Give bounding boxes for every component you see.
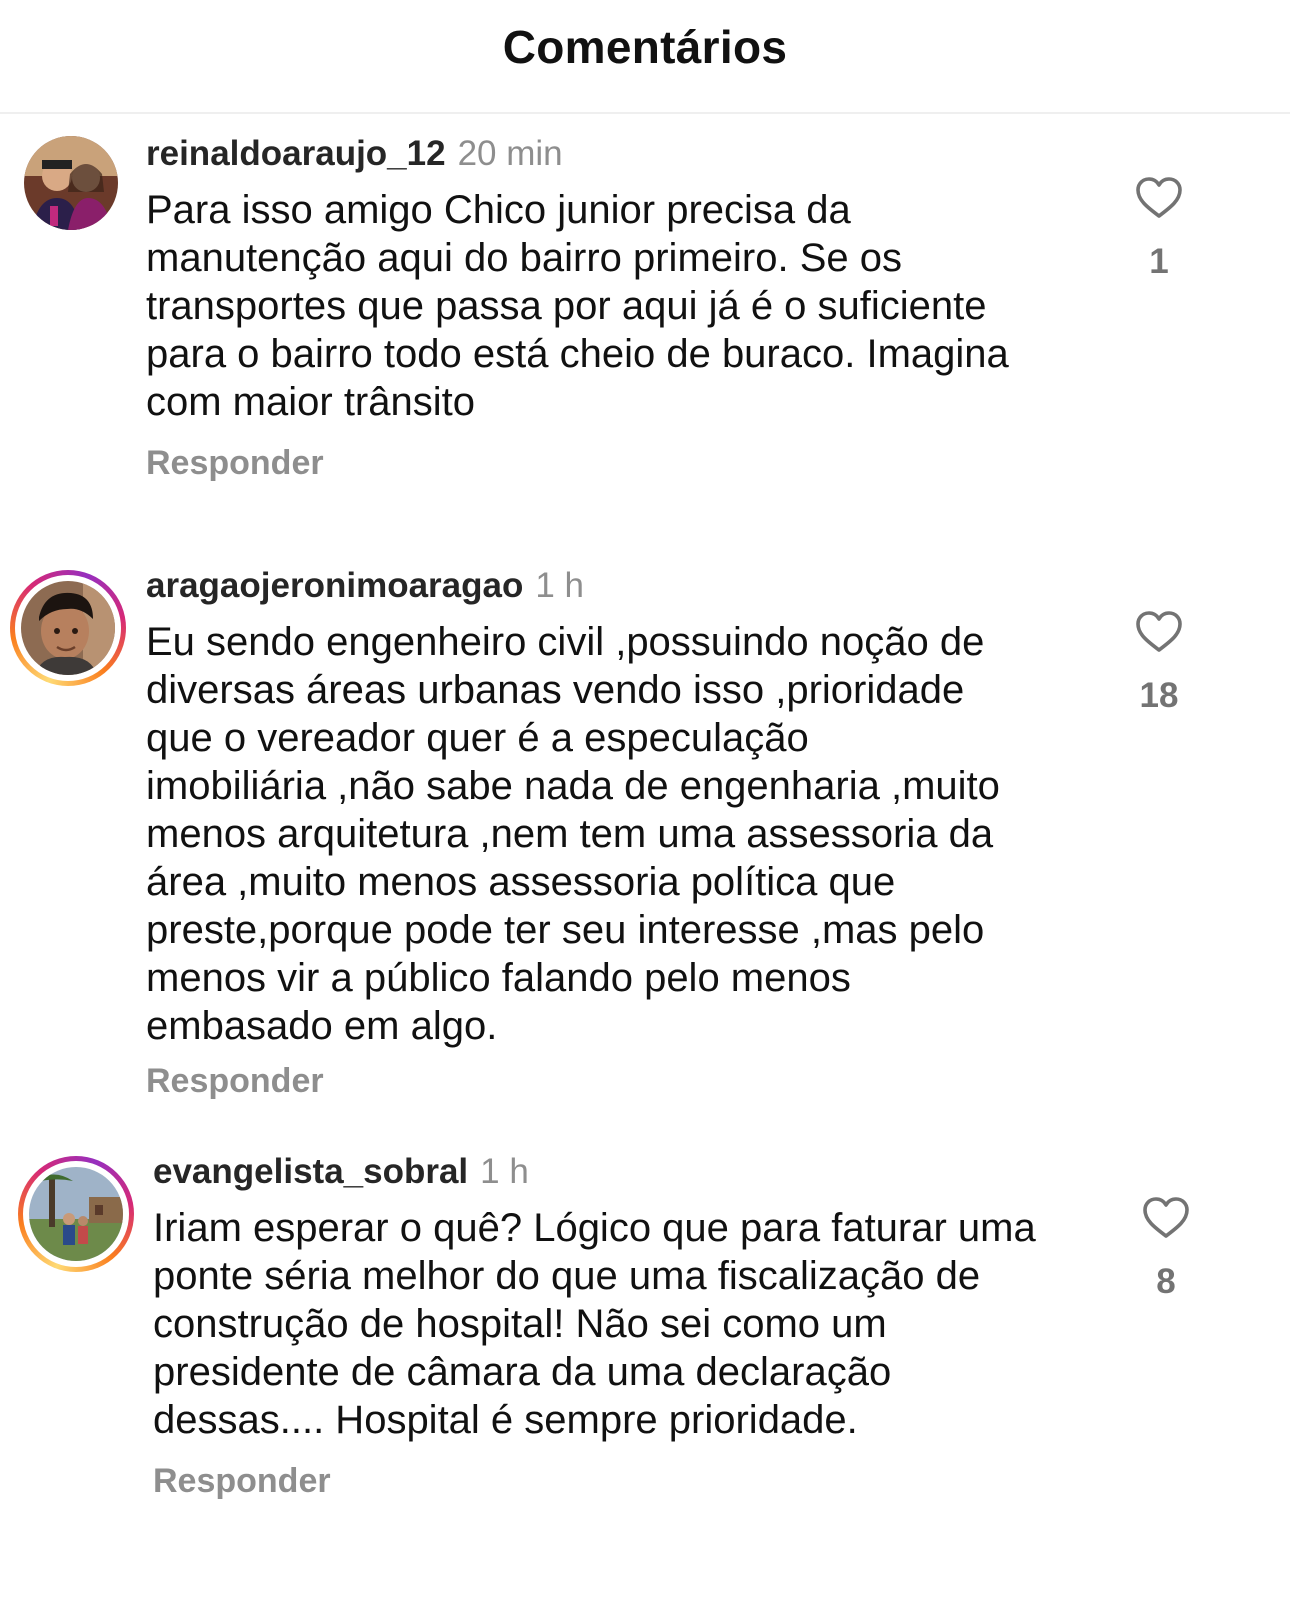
like-count: 18	[1139, 676, 1179, 715]
username-link[interactable]: reinaldoaraujo_12	[146, 134, 446, 173]
avatar-image	[29, 1167, 123, 1261]
avatar[interactable]	[24, 136, 118, 230]
comment-line: para o bairro todo está cheio de buraco.…	[146, 332, 1009, 376]
comment-line: embasado em algo.	[146, 1004, 498, 1048]
heart-outline-icon	[1136, 177, 1182, 218]
comment-line: manutenção aqui do bairro primeiro. Se o…	[146, 236, 902, 280]
like-button[interactable]: 18	[1119, 610, 1199, 716]
comment-line: preste,porque pode ter seu interesse ,ma…	[146, 908, 985, 952]
comment-line: presidente de câmara da uma declaração	[153, 1350, 892, 1394]
header: Comentários	[0, 0, 1290, 114]
comment-text: Eu sendo engenheiro civil ,possuindo noç…	[146, 618, 1000, 1050]
reply-button[interactable]: Responder	[146, 444, 324, 483]
timestamp: 1 h	[480, 1152, 529, 1191]
like-button[interactable]: 8	[1126, 1196, 1206, 1302]
comment-line: imobiliária ,não sabe nada de engenharia…	[146, 764, 1000, 808]
comment-line: área ,muito menos assessoria política qu…	[146, 860, 896, 904]
heart-outline-icon	[1143, 1197, 1189, 1238]
reply-button[interactable]: Responder	[153, 1462, 331, 1501]
like-count: 1	[1149, 242, 1169, 281]
comment-line: Para isso amigo Chico junior precisa da	[146, 188, 851, 232]
comment-line: com maior trânsito	[146, 380, 475, 424]
heart-outline-icon	[1136, 611, 1182, 652]
comment-meta: reinaldoaraujo_12 20 min	[146, 134, 563, 174]
timestamp: 1 h	[535, 566, 584, 605]
avatar-image	[21, 581, 115, 675]
avatar[interactable]	[18, 1156, 134, 1272]
like-button[interactable]: 1	[1119, 176, 1199, 282]
comment-line: Eu sendo engenheiro civil ,possuindo noç…	[146, 620, 985, 664]
reply-button[interactable]: Responder	[146, 1062, 324, 1101]
page-title: Comentários	[502, 21, 788, 73]
comment-text: Para isso amigo Chico junior precisa da …	[146, 186, 1009, 426]
comment-text: Iriam esperar o quê? Lógico que para fat…	[153, 1204, 1036, 1444]
avatar[interactable]	[10, 570, 126, 686]
comment-meta: aragaojeronimoaragao 1 h	[146, 566, 584, 606]
like-count: 8	[1156, 1262, 1176, 1301]
comment-line: menos vir a público falando pelo menos	[146, 956, 851, 1000]
comment-line: Iriam esperar o quê? Lógico que para fat…	[153, 1206, 1036, 1250]
comment-meta: evangelista_sobral 1 h	[153, 1152, 529, 1192]
comment-line: ponte séria melhor do que uma fiscalizaç…	[153, 1254, 981, 1298]
comment-line: diversas áreas urbanas vendo isso ,prior…	[146, 668, 965, 712]
comment-line: menos arquitetura ,nem tem uma assessori…	[146, 812, 994, 856]
timestamp: 20 min	[457, 134, 563, 173]
comment-line: construção de hospital! Não sei como um	[153, 1302, 887, 1346]
comment-line: transportes que passa por aqui já é o su…	[146, 284, 987, 328]
comment-line: que o vereador quer é a especulação	[146, 716, 809, 760]
comment-line: dessas.... Hospital é sempre prioridade.	[153, 1398, 858, 1442]
username-link[interactable]: aragaojeronimoaragao	[146, 566, 523, 605]
username-link[interactable]: evangelista_sobral	[153, 1152, 468, 1191]
